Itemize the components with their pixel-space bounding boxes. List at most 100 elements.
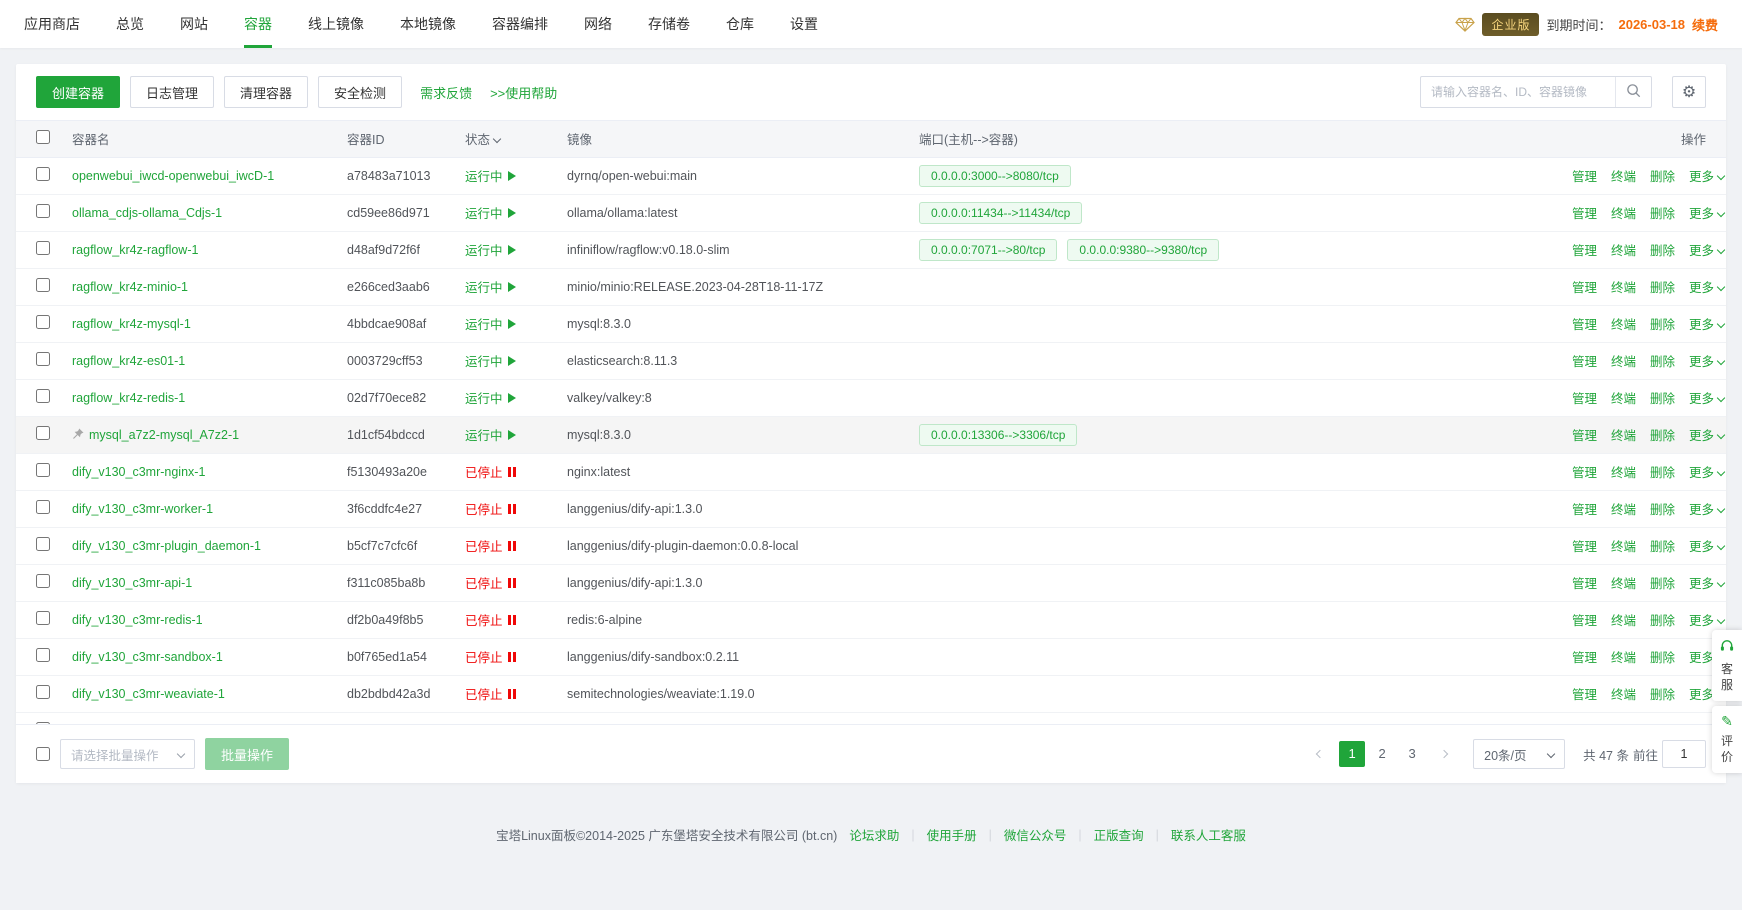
nav-tab-本地镜像[interactable]: 本地镜像 bbox=[400, 0, 456, 48]
nav-tab-容器[interactable]: 容器 bbox=[244, 0, 272, 48]
manage-link[interactable]: 管理 bbox=[1572, 651, 1597, 665]
manage-link[interactable]: 管理 bbox=[1572, 392, 1597, 406]
search-input[interactable] bbox=[1421, 77, 1615, 107]
manage-link[interactable]: 管理 bbox=[1572, 207, 1597, 221]
container-name-link[interactable]: dify_v130_c3mr-nginx-1 bbox=[72, 465, 205, 479]
container-name-link[interactable]: ragflow_kr4z-ragflow-1 bbox=[72, 243, 198, 257]
terminal-link[interactable]: 终端 bbox=[1611, 540, 1636, 554]
terminal-link[interactable]: 终端 bbox=[1611, 207, 1636, 221]
container-name-link[interactable]: ragflow_kr4z-mysql-1 bbox=[72, 317, 191, 331]
footer-link-正版查询[interactable]: 正版查询 bbox=[1094, 825, 1144, 844]
row-checkbox[interactable] bbox=[36, 500, 50, 514]
manage-link[interactable]: 管理 bbox=[1572, 244, 1597, 258]
header-status-filter[interactable]: 状态 bbox=[455, 121, 557, 157]
more-link[interactable]: 更多 bbox=[1689, 392, 1724, 406]
container-name-link[interactable]: dify_v130_c3mr-weaviate-1 bbox=[72, 687, 225, 701]
terminal-link[interactable]: 终端 bbox=[1611, 503, 1636, 517]
manage-link[interactable]: 管理 bbox=[1572, 318, 1597, 332]
container-name-link[interactable]: dify_v130_c3mr-worker-1 bbox=[72, 502, 213, 516]
next-page-button[interactable] bbox=[1431, 741, 1457, 767]
terminal-link[interactable]: 终端 bbox=[1611, 651, 1636, 665]
nav-tab-容器编排[interactable]: 容器编排 bbox=[492, 0, 548, 48]
delete-link[interactable]: 删除 bbox=[1650, 614, 1675, 628]
row-checkbox[interactable] bbox=[36, 537, 50, 551]
container-name-link[interactable]: ragflow_kr4z-minio-1 bbox=[72, 280, 188, 294]
more-link[interactable]: 更多 bbox=[1689, 207, 1724, 221]
manage-link[interactable]: 管理 bbox=[1572, 614, 1597, 628]
more-link[interactable]: 更多 bbox=[1689, 577, 1724, 591]
row-checkbox[interactable] bbox=[36, 685, 50, 699]
terminal-link[interactable]: 终端 bbox=[1611, 688, 1636, 702]
manage-link[interactable]: 管理 bbox=[1572, 355, 1597, 369]
log-manage-button[interactable]: 日志管理 bbox=[130, 76, 214, 108]
row-checkbox[interactable] bbox=[36, 426, 50, 440]
more-link[interactable]: 更多 bbox=[1689, 503, 1724, 517]
terminal-link[interactable]: 终端 bbox=[1611, 429, 1636, 443]
settings-button[interactable]: ⚙ bbox=[1672, 76, 1706, 108]
delete-link[interactable]: 删除 bbox=[1650, 429, 1675, 443]
help-link[interactable]: >>使用帮助 bbox=[490, 83, 557, 102]
select-all-checkbox[interactable] bbox=[36, 130, 50, 144]
more-link[interactable]: 更多 bbox=[1689, 466, 1724, 480]
review-widget[interactable]: ✎ 评价 bbox=[1712, 706, 1742, 773]
delete-link[interactable]: 删除 bbox=[1650, 651, 1675, 665]
delete-link[interactable]: 删除 bbox=[1650, 244, 1675, 258]
more-link[interactable]: 更多 bbox=[1689, 244, 1724, 258]
manage-link[interactable]: 管理 bbox=[1572, 503, 1597, 517]
container-name-link[interactable]: mysql_a7z2-mysql_A7z2-1 bbox=[89, 428, 239, 442]
delete-link[interactable]: 删除 bbox=[1650, 392, 1675, 406]
search-button[interactable] bbox=[1615, 77, 1651, 107]
manage-link[interactable]: 管理 bbox=[1572, 577, 1597, 591]
footer-link-使用手册[interactable]: 使用手册 bbox=[927, 825, 977, 844]
manage-link[interactable]: 管理 bbox=[1572, 540, 1597, 554]
batch-apply-button[interactable]: 批量操作 bbox=[205, 738, 289, 770]
more-link[interactable]: 更多 bbox=[1689, 281, 1724, 295]
manage-link[interactable]: 管理 bbox=[1572, 466, 1597, 480]
terminal-link[interactable]: 终端 bbox=[1611, 466, 1636, 480]
more-link[interactable]: 更多 bbox=[1689, 318, 1724, 332]
terminal-link[interactable]: 终端 bbox=[1611, 281, 1636, 295]
delete-link[interactable]: 删除 bbox=[1650, 355, 1675, 369]
page-size-select[interactable]: 20条/页 bbox=[1473, 739, 1565, 769]
container-name-link[interactable]: dify_v130_c3mr-redis-1 bbox=[72, 613, 203, 627]
delete-link[interactable]: 删除 bbox=[1650, 466, 1675, 480]
footer-link-论坛求助[interactable]: 论坛求助 bbox=[849, 825, 899, 844]
nav-tab-网络[interactable]: 网络 bbox=[584, 0, 612, 48]
terminal-link[interactable]: 终端 bbox=[1611, 170, 1636, 184]
manage-link[interactable]: 管理 bbox=[1572, 429, 1597, 443]
feedback-link[interactable]: 需求反馈 bbox=[420, 83, 472, 102]
terminal-link[interactable]: 终端 bbox=[1611, 614, 1636, 628]
row-checkbox[interactable] bbox=[36, 352, 50, 366]
delete-link[interactable]: 删除 bbox=[1650, 318, 1675, 332]
more-link[interactable]: 更多 bbox=[1689, 614, 1724, 628]
more-link[interactable]: 更多 bbox=[1689, 170, 1724, 184]
security-check-button[interactable]: 安全检测 bbox=[318, 76, 402, 108]
delete-link[interactable]: 删除 bbox=[1650, 503, 1675, 517]
container-name-link[interactable]: dify_v130_c3mr-db-1 bbox=[72, 724, 189, 725]
container-name-link[interactable]: dify_v130_c3mr-api-1 bbox=[72, 576, 192, 590]
delete-link[interactable]: 删除 bbox=[1650, 540, 1675, 554]
select-all-checkbox-bottom[interactable] bbox=[36, 747, 50, 761]
page-button-2[interactable]: 2 bbox=[1369, 741, 1395, 767]
more-link[interactable]: 更多 bbox=[1689, 355, 1724, 369]
container-name-link[interactable]: ragflow_kr4z-es01-1 bbox=[72, 354, 185, 368]
more-link[interactable]: 更多 bbox=[1689, 540, 1724, 554]
delete-link[interactable]: 删除 bbox=[1650, 281, 1675, 295]
goto-page-input[interactable] bbox=[1662, 740, 1706, 768]
terminal-link[interactable]: 终端 bbox=[1611, 392, 1636, 406]
footer-link-微信公众号[interactable]: 微信公众号 bbox=[1004, 825, 1067, 844]
manage-link[interactable]: 管理 bbox=[1572, 688, 1597, 702]
clean-container-button[interactable]: 清理容器 bbox=[224, 76, 308, 108]
page-button-1[interactable]: 1 bbox=[1339, 741, 1365, 767]
row-checkbox[interactable] bbox=[36, 204, 50, 218]
nav-tab-存储卷[interactable]: 存储卷 bbox=[648, 0, 690, 48]
renew-link[interactable]: 续费 bbox=[1692, 15, 1718, 34]
container-name-link[interactable]: dify_v130_c3mr-sandbox-1 bbox=[72, 650, 223, 664]
row-checkbox[interactable] bbox=[36, 648, 50, 662]
container-name-link[interactable]: openwebui_iwcd-openwebui_iwcD-1 bbox=[72, 169, 274, 183]
row-checkbox[interactable] bbox=[36, 278, 50, 292]
container-name-link[interactable]: ragflow_kr4z-redis-1 bbox=[72, 391, 185, 405]
delete-link[interactable]: 删除 bbox=[1650, 577, 1675, 591]
terminal-link[interactable]: 终端 bbox=[1611, 577, 1636, 591]
terminal-link[interactable]: 终端 bbox=[1611, 318, 1636, 332]
